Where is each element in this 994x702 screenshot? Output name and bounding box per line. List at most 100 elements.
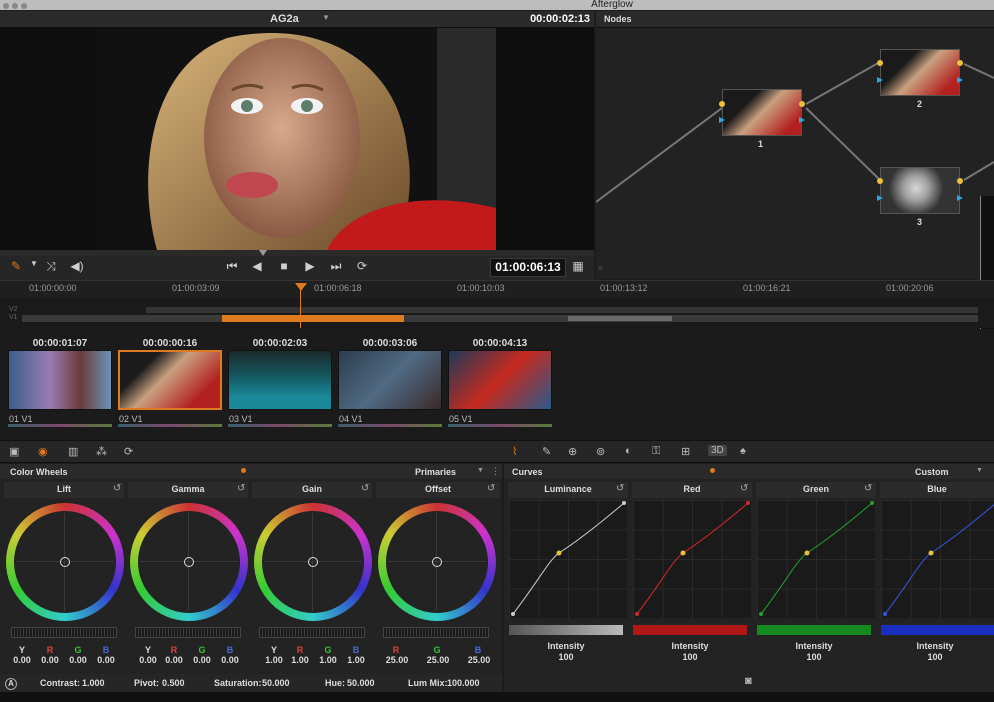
timeline-tracks[interactable] (0, 298, 994, 328)
lift-master-wheel[interactable] (11, 627, 117, 638)
node-1[interactable] (722, 89, 802, 136)
loop-icon[interactable]: ⟳ (352, 259, 372, 273)
node-3-key-output-icon[interactable] (957, 195, 963, 201)
luminance-intensity-slider[interactable] (509, 625, 623, 635)
offset-wheel[interactable] (378, 503, 496, 621)
hue-value[interactable]: 50.000 (347, 678, 375, 688)
offset-master-wheel[interactable] (383, 627, 489, 638)
clip-thumbnail-01[interactable] (8, 350, 112, 410)
node-3-key-input-icon[interactable] (877, 195, 883, 201)
color-bars-icon[interactable]: ▥ (68, 445, 78, 458)
page-navigation-bar[interactable] (0, 692, 994, 702)
lum-mix-value[interactable]: 100.000 (447, 678, 480, 688)
node-2-input-dot[interactable] (877, 60, 883, 66)
reset-gain-icon[interactable]: ↺ (361, 483, 369, 494)
track-v1-clip[interactable] (568, 316, 672, 321)
curves-page-indicator-icon[interactable] (710, 468, 715, 473)
play-icon[interactable]: ▶ (300, 259, 320, 273)
lift-b-value[interactable]: 0.00 (92, 655, 120, 665)
clip-name[interactable]: AG2a (270, 13, 330, 25)
gain-master-wheel[interactable] (259, 627, 365, 638)
gamma-r-value[interactable]: 0.00 (160, 655, 188, 665)
more-options-icon[interactable]: ⋮ (491, 466, 500, 477)
green-intensity-value[interactable]: 100 (755, 652, 873, 662)
node-3-input-dot[interactable] (877, 178, 883, 184)
gain-r-value[interactable]: 1.00 (286, 655, 314, 665)
gain-wheel[interactable] (254, 503, 372, 621)
color-match-icon[interactable]: ⁂ (96, 445, 107, 458)
gamma-wheel[interactable] (130, 503, 248, 621)
node-2-key-input-icon[interactable] (877, 77, 883, 83)
lift-g-value[interactable]: 0.00 (64, 655, 92, 665)
3d-icon[interactable]: 3D (708, 445, 727, 456)
playhead-handle[interactable] (295, 283, 307, 291)
gamma-master-wheel[interactable] (135, 627, 241, 638)
qualifier-icon[interactable]: ✎ (542, 445, 551, 458)
blur-icon[interactable]: ◐ (625, 445, 632, 457)
color-wheels-mode[interactable]: Primaries (415, 467, 456, 477)
curves-mode[interactable]: Custom (915, 467, 949, 477)
luminance-intensity-value[interactable]: 100 (507, 652, 625, 662)
node-1-key-input-icon[interactable] (719, 117, 725, 123)
gamma-y-value[interactable]: 0.00 (134, 655, 162, 665)
node-2-key-output-icon[interactable] (957, 77, 963, 83)
gain-b-value[interactable]: 1.00 (342, 655, 370, 665)
blue-curve[interactable] (881, 500, 994, 618)
timeline-view-icon[interactable]: ▦ (568, 259, 588, 273)
green-curve[interactable] (757, 500, 875, 618)
lift-r-value[interactable]: 0.00 (36, 655, 64, 665)
red-curve[interactable] (633, 500, 751, 618)
play-reverse-icon[interactable]: ◀ (247, 259, 267, 273)
node-1-key-output-icon[interactable] (799, 117, 805, 123)
gamma-b-value[interactable]: 0.00 (216, 655, 244, 665)
auto-balance-icon[interactable]: A (5, 678, 17, 690)
gain-g-value[interactable]: 1.00 (314, 655, 342, 665)
gamma-g-value[interactable]: 0.00 (188, 655, 216, 665)
snapshot-icon[interactable]: ◙ (745, 675, 752, 687)
clip-dropdown-icon[interactable]: ▼ (322, 13, 330, 22)
offset-g-value[interactable]: 25.00 (421, 655, 455, 665)
page-indicator-icon[interactable] (241, 468, 246, 473)
luminance-curve[interactable] (509, 500, 627, 618)
gain-y-value[interactable]: 1.00 (260, 655, 288, 665)
lift-y-value[interactable]: 0.00 (8, 655, 36, 665)
blue-intensity-value[interactable]: 100 (876, 652, 994, 662)
picker-icon[interactable]: ✎ (6, 259, 26, 273)
power-window-icon[interactable]: ⊕ (568, 445, 577, 458)
reset-green-icon[interactable]: ↺ (864, 483, 872, 494)
go-to-start-icon[interactable]: ⏮ (222, 259, 242, 274)
tracker-icon[interactable]: ⊚ (596, 445, 605, 458)
motion-icon[interactable]: ⟳ (124, 445, 133, 458)
clip-thumbnail-02[interactable] (118, 350, 222, 410)
node-1-input-dot[interactable] (719, 101, 725, 107)
reset-red-icon[interactable]: ↺ (740, 483, 748, 494)
offset-r-value[interactable]: 25.00 (380, 655, 414, 665)
color-wheels-icon[interactable]: ◉ (38, 445, 48, 458)
node-3-output-dot[interactable] (957, 178, 963, 184)
lift-wheel[interactable] (6, 503, 124, 621)
camera-raw-icon[interactable]: ▣ (9, 445, 19, 458)
reset-luminance-icon[interactable]: ↺ (616, 483, 624, 494)
red-intensity-value[interactable]: 100 (631, 652, 749, 662)
key-icon[interactable]: ⚿ (652, 445, 660, 458)
saturation-value[interactable]: 50.000 (262, 678, 290, 688)
reset-gamma-icon[interactable]: ↺ (237, 483, 245, 494)
keyframe-icon[interactable]: ♠ (740, 445, 746, 457)
clip-thumbnail-03[interactable] (228, 350, 332, 410)
track-v1-selected-clip[interactable] (222, 315, 404, 322)
node-1-output-dot[interactable] (799, 101, 805, 107)
nodes-expand-icon[interactable]: » (598, 262, 603, 272)
reset-offset-icon[interactable]: ↺ (487, 483, 495, 494)
clip-thumbnail-05[interactable] (448, 350, 552, 410)
track-v2-bar[interactable] (146, 307, 978, 313)
red-intensity-slider[interactable] (633, 625, 747, 635)
node-2[interactable] (880, 49, 960, 96)
blue-intensity-slider[interactable] (881, 625, 994, 635)
track-v1-bar[interactable] (22, 315, 978, 322)
audio-icon[interactable]: ◀) (67, 259, 87, 273)
node-3[interactable] (880, 167, 960, 214)
pivot-value[interactable]: 0.500 (162, 678, 185, 688)
mode-dropdown-icon[interactable]: ▼ (477, 467, 484, 474)
curves-icon[interactable]: ⌇ (512, 445, 517, 458)
shuffle-icon[interactable]: ⤨ (41, 259, 61, 274)
